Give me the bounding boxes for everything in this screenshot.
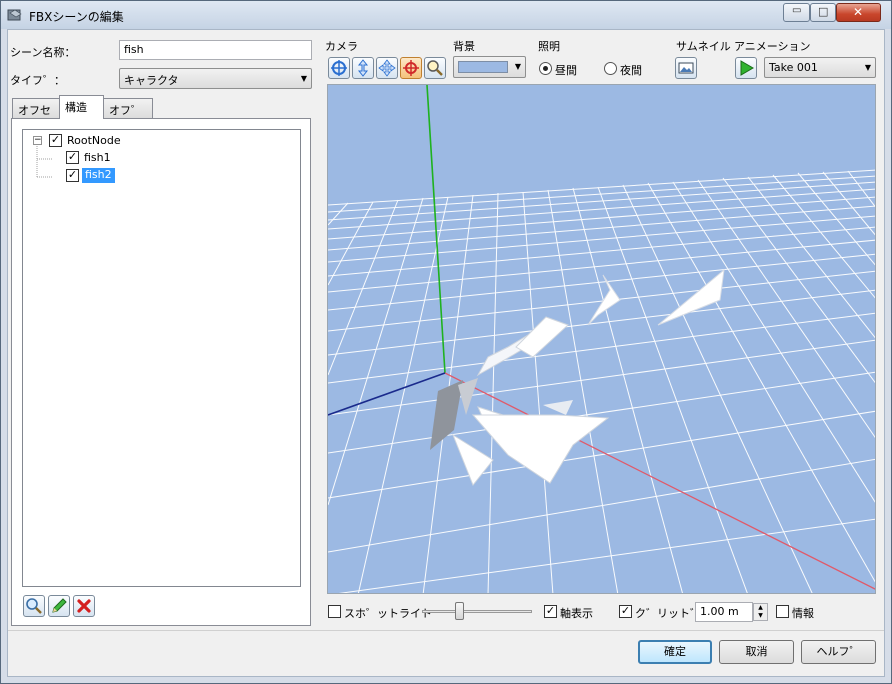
- light-slider-thumb[interactable]: [455, 602, 464, 620]
- minimize-button[interactable]: ▭: [783, 3, 810, 22]
- search-node-button[interactable]: [23, 595, 45, 617]
- red-x-icon: [77, 599, 91, 613]
- rotate-icon: [331, 60, 347, 76]
- dialog-client-area: シーン名称： fish タイフ゜： キャラクタ ▼ オフセット 構造 オフ゜ショ…: [7, 29, 885, 677]
- ok-button[interactable]: 確定: [638, 640, 712, 664]
- chevron-down-icon: ▼: [864, 63, 871, 72]
- animation-label: アニメーション: [734, 40, 811, 53]
- fish-model[interactable]: [430, 268, 725, 486]
- info-label: 情報: [792, 607, 814, 620]
- tab-options[interactable]: オフ゜ション: [103, 98, 153, 133]
- spin-up-icon[interactable]: ▲: [754, 604, 767, 612]
- info-checkbox[interactable]: [776, 605, 789, 618]
- nighttime-radio[interactable]: [604, 62, 617, 75]
- x-axis-line: [444, 372, 875, 590]
- tab-structure[interactable]: 構造: [59, 95, 104, 119]
- zoom-icon: [427, 60, 443, 76]
- help-button[interactable]: ヘルフ゜: [801, 640, 876, 664]
- close-button[interactable]: ✕: [836, 3, 881, 22]
- camera-zoom-button[interactable]: [424, 57, 446, 79]
- daytime-label: 昼間: [555, 64, 577, 77]
- type-select[interactable]: キャラクタ ▼: [119, 68, 312, 89]
- thumbnail-button[interactable]: [675, 57, 697, 79]
- chevron-down-icon: ▼: [514, 62, 521, 71]
- tab-offset[interactable]: オフセット: [12, 98, 60, 133]
- chevron-down-icon: ▼: [300, 74, 307, 83]
- nighttime-label: 夜間: [620, 64, 642, 77]
- tree-item-fish2[interactable]: ✓ fish2: [29, 168, 149, 184]
- fish1-checkbox[interactable]: ✓: [66, 151, 79, 164]
- camera-move-button[interactable]: [376, 57, 398, 79]
- axis-display-label: 軸表示: [560, 607, 593, 620]
- thumbnail-label: サムネイル: [676, 40, 731, 53]
- background-color-select[interactable]: ▼: [453, 56, 526, 78]
- light-slider-track[interactable]: [422, 610, 532, 613]
- pencil-icon: [52, 598, 67, 613]
- y-axis-line: [426, 85, 446, 374]
- animation-take-value: Take 001: [769, 61, 818, 74]
- window-title: FBXシーンの編集: [29, 10, 124, 24]
- tree-item-rootnode[interactable]: − ✓ RootNode: [29, 133, 149, 149]
- minimize-icon: ▭: [792, 5, 802, 16]
- title-bar[interactable]: FBXシーンの編集 ▭ □ ✕: [1, 1, 891, 29]
- rootnode-label: RootNode: [67, 134, 121, 147]
- structure-tab-panel: − ✓ RootNode ✓ fish1 ✓ fish2: [11, 118, 311, 626]
- orbit-icon: [403, 60, 419, 76]
- camera-orbit-button[interactable]: [400, 57, 422, 79]
- spin-down-icon[interactable]: ▼: [754, 612, 767, 620]
- delete-node-button[interactable]: [73, 595, 95, 617]
- tab-structure-label: 構造: [65, 101, 87, 114]
- move-icon: [378, 59, 396, 77]
- play-icon: [740, 60, 754, 76]
- lighting-label: 照明: [538, 40, 560, 53]
- magnifier-icon: [26, 598, 42, 614]
- z-axis-line: [328, 372, 446, 416]
- edit-node-button[interactable]: [48, 595, 70, 617]
- maximize-button[interactable]: □: [810, 3, 836, 22]
- spotlight-checkbox[interactable]: [328, 605, 341, 618]
- play-animation-button[interactable]: [735, 57, 757, 79]
- rootnode-checkbox[interactable]: ✓: [49, 134, 62, 147]
- scene-render: [328, 85, 875, 593]
- scene-name-label: シーン名称：: [10, 46, 76, 59]
- footer-separator: [8, 630, 884, 631]
- cancel-button[interactable]: 取消: [719, 640, 794, 664]
- animation-take-select[interactable]: Take 001 ▼: [764, 57, 876, 78]
- close-icon: ✕: [853, 5, 864, 19]
- grid-size-input[interactable]: 1.00 m: [695, 602, 753, 622]
- grid-display-checkbox[interactable]: ✓: [619, 605, 632, 618]
- fish1-label: fish1: [84, 151, 111, 164]
- daytime-radio[interactable]: [539, 62, 552, 75]
- type-select-value: キャラクタ: [124, 74, 179, 87]
- camera-rotate-button[interactable]: [328, 57, 350, 79]
- thumbnail-icon: [678, 62, 694, 74]
- grid-size-spinner[interactable]: ▲ ▼: [753, 603, 768, 621]
- app-icon: [7, 9, 22, 21]
- fbx-scene-edit-dialog: FBXシーンの編集 ▭ □ ✕ シーン名称： fish タイフ゜： キャラクタ …: [0, 0, 892, 684]
- camera-pan-vertical-button[interactable]: [352, 57, 374, 79]
- scene-name-input[interactable]: fish: [119, 40, 312, 60]
- type-label: タイフ゜：: [10, 74, 65, 87]
- background-color-swatch: [458, 61, 508, 73]
- fish2-label: fish2: [82, 168, 115, 183]
- floor-grid: [328, 169, 875, 593]
- fish2-checkbox[interactable]: ✓: [66, 169, 79, 182]
- axis-display-checkbox[interactable]: ✓: [544, 605, 557, 618]
- background-label: 背景: [453, 40, 475, 53]
- spotlight-label: スホ゜ットライト: [344, 607, 432, 620]
- tree-item-fish1[interactable]: ✓ fish1: [29, 150, 149, 166]
- 3d-viewport[interactable]: [327, 84, 876, 594]
- maximize-icon: □: [818, 5, 829, 18]
- node-tree[interactable]: − ✓ RootNode ✓ fish1 ✓ fish2: [22, 129, 301, 587]
- camera-label: カメラ: [325, 40, 358, 53]
- collapse-icon[interactable]: −: [33, 136, 42, 145]
- pan-vertical-icon: [357, 59, 369, 77]
